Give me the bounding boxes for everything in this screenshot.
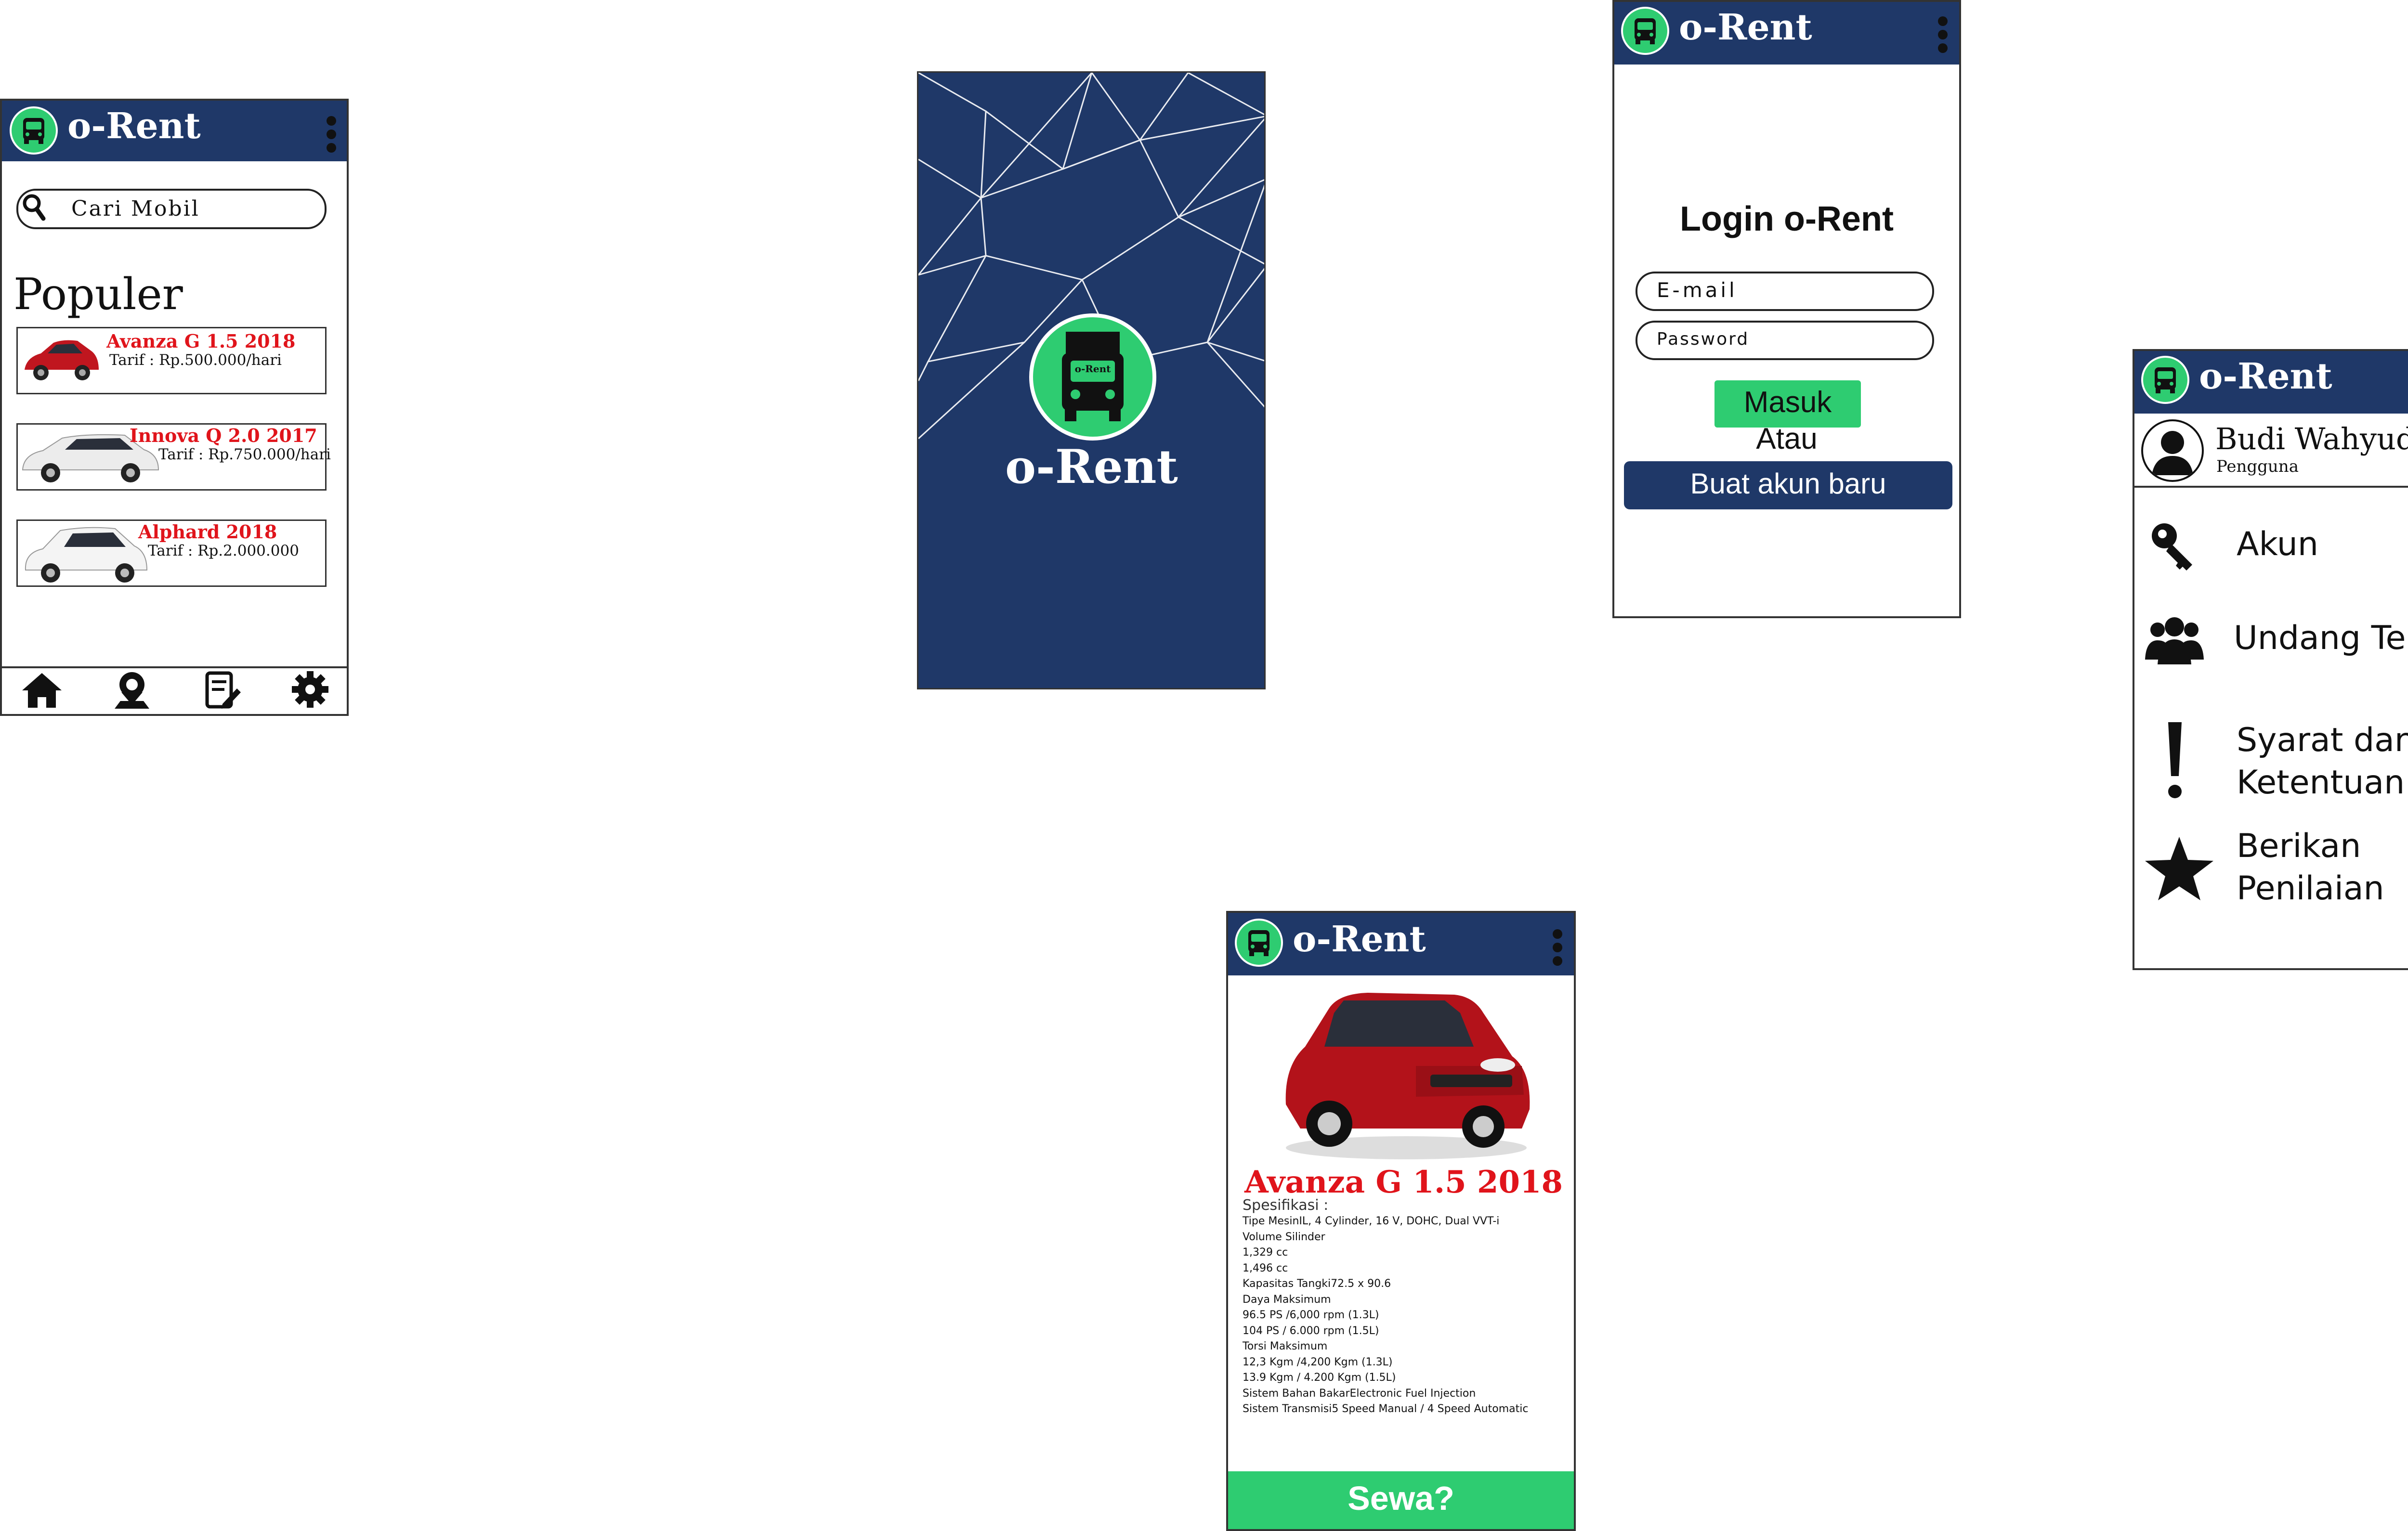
truck-icon xyxy=(1248,930,1269,956)
app-title: o-Rent xyxy=(67,105,201,147)
splash-title: o-Rent xyxy=(1005,440,1178,494)
menu-label: Syarat dan Ketentuan xyxy=(2237,721,2408,802)
login-button-label: Masuk xyxy=(1743,386,1832,419)
truck-icon xyxy=(23,118,44,144)
car-rate: Tarif : Rp.2.000.000 xyxy=(148,542,299,559)
app-logo xyxy=(1621,7,1669,55)
spec-line: Daya Maksimum xyxy=(1243,1293,1331,1306)
section-title: Populer xyxy=(13,269,183,320)
spec-line: 1,329 cc xyxy=(1243,1246,1288,1259)
map-pin-icon[interactable] xyxy=(113,670,151,711)
menu-label: Berikan Penilaian xyxy=(2237,827,2384,908)
app-logo xyxy=(10,106,58,155)
spec-line: Tipe MesinIL, 4 Cylinder, 16 V, DOHC, Du… xyxy=(1243,1215,1500,1227)
car-name: Alphard 2018 xyxy=(138,521,277,543)
user-header[interactable]: Budi Wahyudi Pengguna xyxy=(2134,414,2408,488)
menu-label: Akun xyxy=(2237,525,2318,563)
spec-line: Kapasitas Tangki72.5 x 90.6 xyxy=(1243,1278,1391,1290)
star-icon xyxy=(2145,837,2213,900)
splash-logo: o-Rent xyxy=(1029,313,1156,441)
spec-line: Volume Silinder xyxy=(1243,1231,1325,1243)
app-logo xyxy=(2141,356,2189,404)
spec-title: Spesifikasi : xyxy=(1243,1197,1329,1214)
truck-icon xyxy=(2155,367,2176,393)
menu-item-undang-teman[interactable]: Undang Teman xyxy=(2134,613,2408,671)
login-button[interactable]: Masuk xyxy=(1714,380,1861,428)
spec-line: Torsi Maksimum xyxy=(1243,1340,1328,1352)
more-menu-icon[interactable] xyxy=(327,116,337,156)
search-input[interactable]: Cari Mobil xyxy=(71,196,200,221)
svg-text:o-Rent: o-Rent xyxy=(1075,363,1112,375)
app-title: o-Rent xyxy=(1679,7,1812,48)
more-menu-icon[interactable] xyxy=(1553,929,1563,970)
password-field[interactable]: Password xyxy=(1636,321,1934,360)
car-title: Avanza G 1.5 2018 xyxy=(1244,1164,1563,1200)
truck-icon xyxy=(1635,18,1656,44)
or-label: Atau xyxy=(1756,422,1818,455)
user-role: Pengguna xyxy=(2216,457,2299,476)
home-icon[interactable] xyxy=(20,671,64,710)
user-name: Budi Wahyudi xyxy=(2215,421,2408,456)
menu-item-syarat[interactable]: Syarat dan Ketentuan xyxy=(2134,719,2408,811)
app-bar: o-Rent xyxy=(2134,351,2408,414)
spec-line: 104 PS / 6.000 rpm (1.5L) xyxy=(1243,1324,1379,1337)
car-rate: Tarif : Rp.750.000/hari xyxy=(158,446,331,463)
profile-screen: o-Rent Budi Wahyudi Pengguna Akun Undang… xyxy=(2133,349,2408,970)
register-button-label: Buat akun baru xyxy=(1690,467,1886,500)
car-name: Innova Q 2.0 2017 xyxy=(130,425,317,446)
key-icon xyxy=(2152,523,2192,571)
car-card[interactable]: Avanza G 1.5 2018 Tarif : Rp.500.000/har… xyxy=(16,327,327,394)
splash-screen: o-Rent o-Rent xyxy=(917,71,1266,689)
car-card[interactable]: Innova Q 2.0 2017 Tarif : Rp.750.000/har… xyxy=(16,423,331,491)
gear-icon[interactable] xyxy=(291,670,329,711)
car-rate: Tarif : Rp.500.000/hari xyxy=(109,351,282,369)
bottom-nav xyxy=(2,666,347,714)
spec-line: 96.5 PS /6,000 rpm (1.3L) xyxy=(1243,1309,1379,1321)
app-title: o-Rent xyxy=(2199,356,2332,397)
exclamation-icon xyxy=(2168,722,2182,798)
app-bar: o-Rent xyxy=(1614,2,1959,65)
car-name: Avanza G 1.5 2018 xyxy=(106,330,296,352)
car-image xyxy=(25,527,148,583)
more-menu-icon[interactable] xyxy=(1938,16,1949,57)
spec-line: 13.9 Kgm / 4.200 Kgm (1.5L) xyxy=(1243,1372,1396,1384)
user-icon xyxy=(2152,431,2193,475)
car-photo xyxy=(1285,993,1530,1159)
menu-label: Undang Teman xyxy=(2234,619,2408,657)
rent-button[interactable]: Sewa? xyxy=(1228,1471,1574,1529)
rent-button-label: Sewa? xyxy=(1348,1479,1454,1517)
spec-line: Sistem Bahan BakarElectronic Fuel Inject… xyxy=(1243,1387,1476,1400)
truck-icon: o-Rent xyxy=(1062,332,1124,421)
password-placeholder: Password xyxy=(1657,329,1750,349)
login-screen: o-Rent Login o-Rent E-mail Password Masu… xyxy=(1612,0,1961,618)
menu-item-akun[interactable]: Akun xyxy=(2134,519,2408,577)
detail-screen: o-Rent Avanza G 1.5 2018 Spesifikasi : T… xyxy=(1226,911,1576,1531)
users-icon xyxy=(2145,617,2204,664)
app-logo xyxy=(1235,919,1283,967)
car-image xyxy=(25,340,99,380)
spec-list: Tipe MesinIL, 4 Cylinder, 16 V, DOHC, Du… xyxy=(1243,1214,1528,1417)
search-bar[interactable]: Cari Mobil xyxy=(16,189,327,229)
edit-note-icon[interactable] xyxy=(203,670,242,711)
app-title: o-Rent xyxy=(1293,919,1426,960)
register-button[interactable]: Buat akun baru xyxy=(1624,461,1952,509)
avatar xyxy=(2141,419,2204,482)
menu-item-penilaian[interactable]: Berikan Penilaian xyxy=(2134,825,2408,917)
app-bar: o-Rent xyxy=(2,101,347,161)
spec-line: 12,3 Kgm /4,200 Kgm (1.3L) xyxy=(1243,1356,1393,1368)
login-title: Login o-Rent xyxy=(1680,200,1894,238)
email-placeholder: E-mail xyxy=(1657,278,1738,302)
app-bar: o-Rent xyxy=(1228,913,1574,975)
email-field[interactable]: E-mail xyxy=(1636,272,1934,311)
car-card[interactable]: Alphard 2018 Tarif : Rp.2.000.000 xyxy=(16,519,327,587)
home-screen: o-Rent Cari Mobil Populer Avanza G 1.5 2… xyxy=(0,99,349,716)
spec-line: 1,496 cc xyxy=(1243,1262,1288,1274)
spec-line: Sistem Transmisi5 Speed Manual / 4 Speed… xyxy=(1243,1403,1529,1415)
search-icon xyxy=(23,194,46,221)
